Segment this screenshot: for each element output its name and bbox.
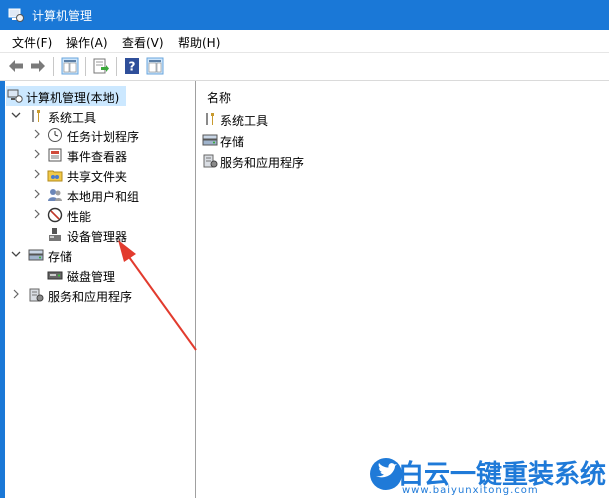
watermark: 白云一键重装系统 www.baiyunxitong.com [360, 452, 609, 498]
toolbar: ? [0, 53, 609, 81]
chevron-down-icon[interactable] [11, 110, 21, 120]
toolbar-separator [85, 57, 86, 76]
menu-help[interactable]: 帮助(H) [178, 34, 220, 51]
tree-node-device-manager[interactable]: 设备管理器 [6, 225, 156, 245]
tree-label: 性能 [67, 210, 92, 224]
services-icon [203, 154, 218, 168]
device-manager-icon [49, 228, 61, 241]
column-header-name[interactable]: 名称 [207, 89, 231, 106]
tree-label: 计算机管理(本地) [26, 91, 120, 105]
tools-icon [32, 110, 40, 122]
chevron-right-icon[interactable] [32, 149, 42, 159]
performance-icon [47, 207, 63, 223]
tree-node-disk-management[interactable]: 磁盘管理 [6, 265, 156, 285]
tree-label: 存储 [48, 250, 73, 264]
watermark-url: www.baiyunxitong.com [402, 485, 539, 496]
tree-label: 事件查看器 [67, 150, 128, 164]
event-viewer-icon [48, 148, 62, 162]
users-icon [48, 189, 62, 201]
toolbar-separator [116, 57, 117, 76]
tree-node-shared-folders[interactable]: 共享文件夹 [6, 165, 156, 185]
chevron-right-icon[interactable] [32, 169, 42, 179]
title-bar: 计算机管理 [0, 0, 609, 30]
tree-node-performance[interactable]: 性能 [6, 205, 156, 225]
list-item-storage[interactable]: 存储 [202, 131, 322, 151]
show-hide-tree-icon[interactable] [61, 57, 79, 75]
tree-node-root[interactable]: 计算机管理(本地) [6, 86, 126, 106]
window-title: 计算机管理 [32, 9, 93, 23]
tree-label: 本地用户和组 [67, 190, 140, 204]
menu-file[interactable]: 文件(F) [12, 34, 52, 51]
chevron-right-icon[interactable] [32, 209, 42, 219]
tree-node-local-users-groups[interactable]: 本地用户和组 [6, 185, 156, 205]
list-item-label: 服务和应用程序 [220, 156, 305, 170]
disk-management-icon [47, 271, 63, 280]
chevron-right-icon[interactable] [11, 289, 21, 299]
computer-management-icon [7, 89, 23, 103]
services-icon [29, 288, 44, 302]
menu-action[interactable]: 操作(A) [66, 34, 108, 51]
list-item-services-apps[interactable]: 服务和应用程序 [202, 152, 342, 172]
tree-label: 设备管理器 [67, 230, 128, 244]
toolbar-separator [53, 57, 54, 76]
tree-node-services-apps[interactable]: 服务和应用程序 [6, 285, 156, 305]
tree-label: 磁盘管理 [67, 270, 116, 284]
properties-pane-icon[interactable] [146, 57, 164, 75]
tree-node-task-scheduler[interactable]: 任务计划程序 [6, 125, 156, 145]
menu-view[interactable]: 查看(V) [122, 34, 164, 51]
tree-label: 系统工具 [48, 111, 97, 125]
tools-icon [206, 113, 214, 125]
tree-label: 共享文件夹 [67, 170, 128, 184]
list-item-label: 系统工具 [220, 114, 269, 128]
computer-management-icon [8, 8, 24, 22]
list-item-system-tools[interactable]: 系统工具 [202, 110, 322, 130]
storage-icon [202, 134, 218, 146]
forward-arrow-icon[interactable] [29, 57, 47, 75]
clock-icon [48, 128, 62, 142]
shared-folder-icon [47, 170, 63, 182]
chevron-right-icon[interactable] [32, 129, 42, 139]
tree-label: 服务和应用程序 [48, 290, 133, 304]
list-item-label: 存储 [220, 135, 245, 149]
back-arrow-icon[interactable] [7, 57, 25, 75]
tree-node-system-tools[interactable]: 系统工具 [6, 106, 126, 126]
svg-text:?: ? [129, 60, 136, 74]
storage-icon [28, 249, 44, 261]
tree-label: 任务计划程序 [67, 130, 140, 144]
export-list-icon[interactable] [92, 57, 110, 75]
menu-bar: 文件(F) 操作(A) 查看(V) 帮助(H) [0, 30, 609, 53]
chevron-right-icon[interactable] [32, 189, 42, 199]
navigation-tree: 计算机管理(本地) 系统工具 任务计划程序 事件查看器 共享文件夹 本地用户和组… [0, 81, 196, 498]
help-icon[interactable]: ? [123, 57, 141, 75]
chevron-down-icon[interactable] [11, 249, 21, 259]
tree-node-event-viewer[interactable]: 事件查看器 [6, 145, 156, 165]
window-edge [0, 81, 5, 498]
tree-node-storage[interactable]: 存储 [6, 245, 126, 265]
